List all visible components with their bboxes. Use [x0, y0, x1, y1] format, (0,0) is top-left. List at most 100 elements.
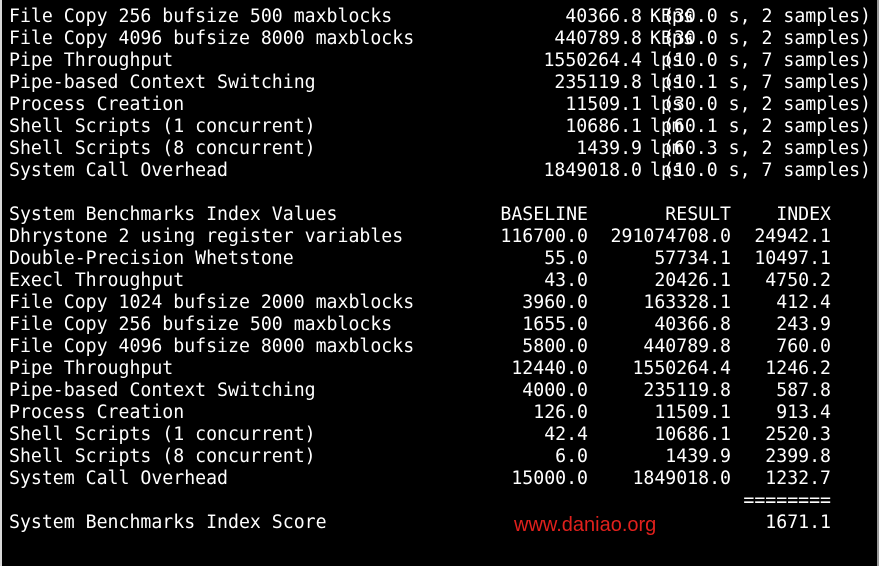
index-row-result: 57734.1: [654, 248, 731, 269]
index-row-name: File Copy 256 bufsize 500 maxblocks: [9, 314, 393, 335]
result-row: Shell Scripts (1 concurrent) 10686.1 lpm…: [2, 116, 877, 138]
index-row-baseline: 5800.0: [522, 336, 588, 357]
result-name: System Call Overhead: [9, 160, 228, 181]
index-row-index: 1232.7: [765, 468, 831, 489]
index-row-result: 1550264.4: [632, 358, 731, 379]
index-row: Shell Scripts (8 concurrent) 6.0 1439.9 …: [2, 446, 877, 468]
index-row-index: 2399.8: [765, 446, 831, 467]
result-value: 1550264.4: [543, 50, 642, 71]
result-name: File Copy 256 bufsize 500 maxblocks: [9, 6, 393, 27]
result-note: (10.0 s, 7 samples): [662, 50, 871, 71]
result-row: Process Creation 11509.1 lps (30.0 s, 2 …: [2, 94, 877, 116]
index-row-index: 1246.2: [765, 358, 831, 379]
index-row: File Copy 256 bufsize 500 maxblocks 1655…: [2, 314, 877, 336]
index-row-result: 440789.8: [643, 336, 731, 357]
result-row: Pipe Throughput 1550264.4 lps (10.0 s, 7…: [2, 50, 877, 72]
result-value: 440789.8: [554, 28, 642, 49]
score-separator-row: ========: [2, 490, 877, 512]
index-row-index: 10497.1: [754, 248, 831, 269]
result-name: Pipe-based Context Switching: [9, 72, 316, 93]
result-note: (10.0 s, 7 samples): [662, 160, 871, 181]
index-row-index: 760.0: [776, 336, 831, 357]
index-row-result: 40366.8: [654, 314, 731, 335]
index-row-index: 2520.3: [765, 424, 831, 445]
index-row-index: 243.9: [776, 314, 831, 335]
index-row-baseline: 3960.0: [522, 292, 588, 313]
result-row: Shell Scripts (8 concurrent) 1439.9 lpm …: [2, 138, 877, 160]
index-row-baseline: 43.0: [544, 270, 588, 291]
result-note: (60.3 s, 2 samples): [662, 138, 871, 159]
terminal-window: File Copy 256 bufsize 500 maxblocks 4036…: [0, 0, 879, 566]
index-row-name: System Call Overhead: [9, 468, 228, 489]
result-note: (60.1 s, 2 samples): [662, 116, 871, 137]
result-note: (10.1 s, 7 samples): [662, 72, 871, 93]
index-row-baseline: 1655.0: [522, 314, 588, 335]
index-row-index: 24942.1: [754, 226, 831, 247]
index-header: INDEX: [776, 204, 831, 225]
index-row-name: Double-Precision Whetstone: [9, 248, 294, 269]
index-row-baseline: 126.0: [533, 402, 588, 423]
index-row-baseline: 42.4: [544, 424, 588, 445]
result-row: File Copy 4096 bufsize 8000 maxblocks 44…: [2, 28, 877, 50]
result-value: 1439.9: [576, 138, 642, 159]
result-row: Pipe-based Context Switching 235119.8 lp…: [2, 72, 877, 94]
index-score-label: System Benchmarks Index Score: [9, 512, 327, 533]
index-row: Shell Scripts (1 concurrent) 42.4 10686.…: [2, 424, 877, 446]
index-row-name: Dhrystone 2 using register variables: [9, 226, 404, 247]
index-score-value: 1671.1: [765, 512, 831, 533]
result-name: Shell Scripts (1 concurrent): [9, 116, 316, 137]
index-row: Double-Precision Whetstone 55.0 57734.1 …: [2, 248, 877, 270]
score-separator: ========: [743, 490, 831, 511]
index-row-baseline: 116700.0: [500, 226, 588, 247]
result-value: 11509.1: [565, 94, 642, 115]
result-name: Pipe Throughput: [9, 50, 174, 71]
index-row-index: 587.8: [776, 380, 831, 401]
index-row: System Call Overhead 15000.0 1849018.0 1…: [2, 468, 877, 490]
index-row: Process Creation 126.0 11509.1 913.4: [2, 402, 877, 424]
index-row-baseline: 4000.0: [522, 380, 588, 401]
index-row-result: 11509.1: [654, 402, 731, 423]
index-row-result: 20426.1: [654, 270, 731, 291]
result-value: 235119.8: [554, 72, 642, 93]
index-row-result: 163328.1: [643, 292, 731, 313]
index-row-baseline: 6.0: [555, 446, 588, 467]
result-note: (30.0 s, 2 samples): [662, 28, 871, 49]
index-table-header: System Benchmarks Index Values BASELINE …: [2, 204, 877, 226]
result-value: 40366.8: [565, 6, 642, 27]
result-row: System Call Overhead 1849018.0 lps (10.0…: [2, 160, 877, 182]
result-row: File Copy 256 bufsize 500 maxblocks 4036…: [2, 6, 877, 28]
baseline-header: BASELINE: [500, 204, 588, 225]
index-row-result: 1849018.0: [632, 468, 731, 489]
index-row-name: Pipe Throughput: [9, 358, 174, 379]
result-value: 10686.1: [565, 116, 642, 137]
index-row-baseline: 55.0: [544, 248, 588, 269]
index-row-result: 235119.8: [643, 380, 731, 401]
index-row-name: Shell Scripts (8 concurrent): [9, 446, 316, 467]
index-row-baseline: 15000.0: [511, 468, 588, 489]
index-row: Pipe-based Context Switching 4000.0 2351…: [2, 380, 877, 402]
index-table-title: System Benchmarks Index Values: [9, 204, 338, 225]
index-row-baseline: 12440.0: [511, 358, 588, 379]
index-row-name: File Copy 1024 bufsize 2000 maxblocks: [9, 292, 415, 313]
result-note: (30.0 s, 2 samples): [662, 94, 871, 115]
index-row-result: 291074708.0: [610, 226, 731, 247]
result-name: Shell Scripts (8 concurrent): [9, 138, 316, 159]
result-value: 1849018.0: [543, 160, 642, 181]
index-row-name: Process Creation: [9, 402, 185, 423]
index-row-index: 4750.2: [765, 270, 831, 291]
index-row: Execl Throughput 43.0 20426.1 4750.2: [2, 270, 877, 292]
index-row-name: Pipe-based Context Switching: [9, 380, 316, 401]
index-row-name: File Copy 4096 bufsize 8000 maxblocks: [9, 336, 415, 357]
result-note: (30.0 s, 2 samples): [662, 6, 871, 27]
index-row: File Copy 4096 bufsize 8000 maxblocks 58…: [2, 336, 877, 358]
index-row-name: Shell Scripts (1 concurrent): [9, 424, 316, 445]
result-name: Process Creation: [9, 94, 185, 115]
index-row-index: 412.4: [776, 292, 831, 313]
result-header: RESULT: [665, 204, 731, 225]
index-row: File Copy 1024 bufsize 2000 maxblocks 39…: [2, 292, 877, 314]
index-score-row: System Benchmarks Index Score 1671.1: [2, 512, 877, 534]
index-row-result: 10686.1: [654, 424, 731, 445]
watermark-text: www.daniao.org: [514, 514, 657, 536]
result-name: File Copy 4096 bufsize 8000 maxblocks: [9, 28, 415, 49]
index-row-index: 913.4: [776, 402, 831, 423]
